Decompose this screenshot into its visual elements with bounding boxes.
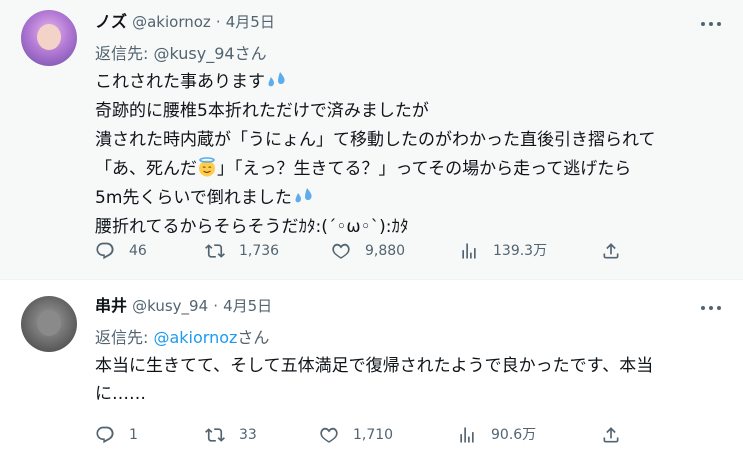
more-options-button[interactable] [701,297,721,317]
display-name[interactable]: 串井 [95,296,127,315]
tweet-date[interactable]: 4月5日 [226,13,275,31]
reply-mention[interactable]: @akiornoz [153,328,237,347]
action-bar: 1 33 1,710 90.6万 [95,424,655,446]
tweet-text: これされた事あります 奇跡的に腰椎5本折れただけで済みましたが 潰された時内蔵が… [95,68,725,242]
heart-icon [332,243,350,259]
display-name[interactable]: ノズ [95,12,127,31]
halo-face-icon [199,157,215,177]
reply-prefix: 返信先: [95,44,154,63]
user-handle[interactable]: @kusy_94 [132,297,208,315]
tweet-text: 本当に生きてて、そして五体満足で復帰されたようで良かったです、本当 に…… [95,352,725,408]
tweet-line: 5m先くらいで倒れました [95,184,725,213]
avatar-face [37,310,61,336]
tweet-line: 本当に生きてて、そして五体満足で復帰されたようで良かったです、本当 [95,356,654,376]
reply-count: 1 [129,427,138,443]
tweet-line: 潰された時内蔵が「うにょん」て移動したのがわかった直後引き摺られて [95,130,656,150]
tweet-date[interactable]: 4月5日 [223,297,272,315]
reply-suffix: さん [234,44,267,63]
tweet-line: 奇跡的に腰椎5本折れただけで済みましたが [95,101,429,121]
reply-count: 46 [129,243,147,259]
reply-prefix: 返信先: [95,328,154,347]
tweet-line: 腰折れてるからそらそうだｶﾀ:(´◦ω◦`):ｶﾀ [95,217,409,237]
separator-dot: · [215,13,221,31]
separator-dot: · [213,297,218,315]
more-dot [717,306,721,310]
view-count: 139.3万 [493,243,548,259]
tweet-header: 串井 @kusy_94 · 4月5日 [95,294,272,318]
retweet-icon [205,428,225,442]
more-dot [717,22,721,26]
like-count: 1,710 [353,427,394,443]
tweet-line: 「あ、死んだ 」「えっ？生きてる？」ってその場から走って逃げたら [95,157,632,179]
sweat-droplets-icon [268,72,285,87]
tweet-header: ノズ @akiornoz · 4月5日 [95,10,275,34]
share-icon [603,243,619,259]
more-dot [709,306,713,310]
views-icon [460,427,474,443]
tweet-1[interactable]: ノズ @akiornoz · 4月5日 返信先: @kusy_94さん これされ… [0,0,743,279]
replying-to: 返信先: @kusy_94さん [95,40,267,64]
user-handle[interactable]: @akiornoz [132,13,211,31]
more-dot [701,22,705,26]
retweet-count: 1,736 [239,243,280,259]
tweet-line: に…… [95,384,146,404]
avatar-face [37,24,61,50]
tweet-line: これされた事あります [95,68,725,97]
reply-icon [96,242,114,260]
retweet-count: 33 [239,427,257,443]
more-dot [709,22,713,26]
reply-icon [96,426,114,444]
view-count: 90.6万 [491,427,537,443]
more-dot [701,306,705,310]
action-bar: 46 1,736 9,880 139.3万 [95,240,655,262]
replying-to: 返信先: @akiornozさん [95,324,269,348]
reply-mention[interactable]: @kusy_94 [153,44,234,63]
retweet-icon [205,244,225,258]
reply-suffix: さん [237,328,270,347]
sweat-droplets-icon [295,188,312,203]
avatar[interactable] [21,10,77,66]
share-icon [603,427,619,443]
avatar[interactable] [21,296,77,352]
views-icon [462,243,476,259]
tweet-2[interactable]: 串井 @kusy_94 · 4月5日 返信先: @akiornozさん 本当に生… [0,279,743,473]
like-count: 9,880 [365,243,406,259]
more-options-button[interactable] [701,13,721,33]
heart-icon [320,427,338,443]
